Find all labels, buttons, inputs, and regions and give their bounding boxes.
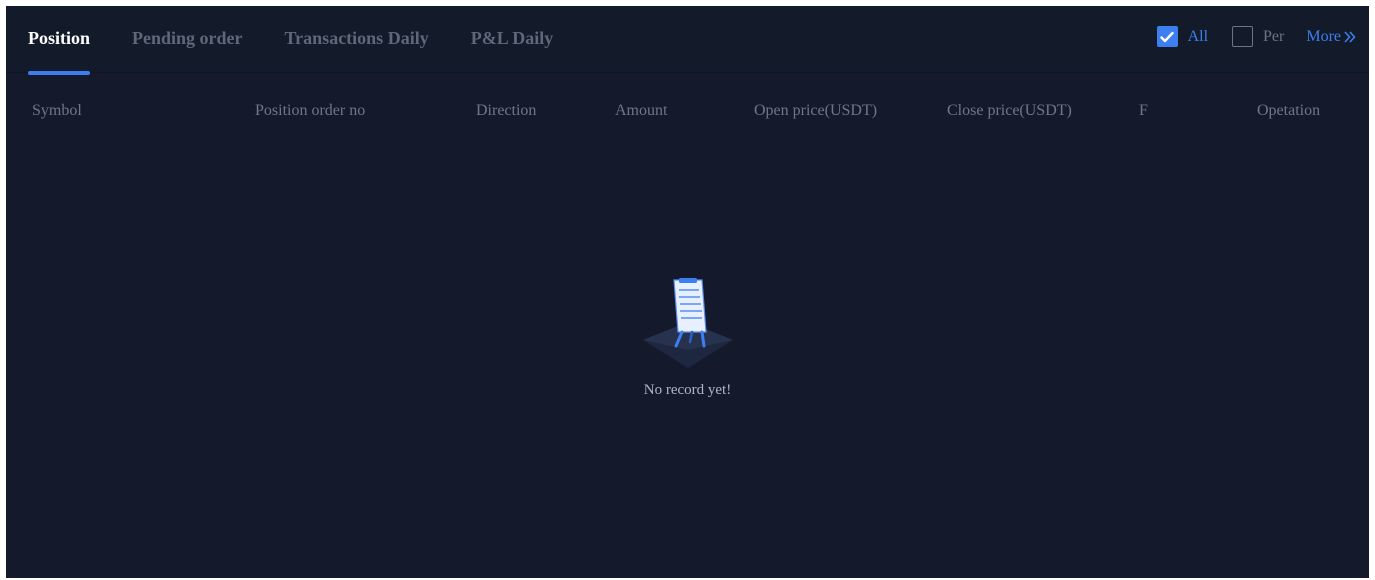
double-chevron-right-icon [1344,30,1356,43]
tab-bar: Position Pending order Transactions Dail… [6,6,1369,75]
tab-transactions-daily[interactable]: Transactions Daily [285,28,429,49]
more-label: More [1306,27,1341,45]
positions-panel: Position Pending order Transactions Dail… [6,6,1369,578]
per-label[interactable]: Per [1263,28,1284,46]
col-header-open-price: Open price(USDT) [754,102,878,119]
col-header-operation: Opetation [1257,102,1321,119]
all-label[interactable]: All [1188,28,1208,46]
empty-document-icon [642,278,733,368]
col-header-position-order-no: Position order no [255,102,366,119]
all-checkbox[interactable] [1156,26,1178,47]
filter-bar: All Per More [1156,26,1357,47]
tab-list: Position Pending order Transactions Dail… [28,28,595,75]
tab-position[interactable]: Position [28,28,91,75]
col-header-f: F [1139,102,1148,119]
col-header-symbol: Symbol [32,102,82,119]
per-checkbox[interactable] [1232,26,1254,47]
empty-message: No record yet! [643,382,732,398]
tab-pending-order[interactable]: Pending order [132,28,243,49]
table-header: Symbol Position order no Direction Amoun… [6,102,1369,126]
empty-state: No record yet! [6,276,1369,399]
col-header-amount: Amount [615,102,668,119]
more-link[interactable]: More [1306,28,1357,46]
tab-pl-daily[interactable]: P&L Daily [471,28,554,49]
checkmark-icon [1160,31,1174,42]
col-header-direction: Direction [476,102,537,119]
col-header-close-price: Close price(USDT) [947,102,1072,119]
